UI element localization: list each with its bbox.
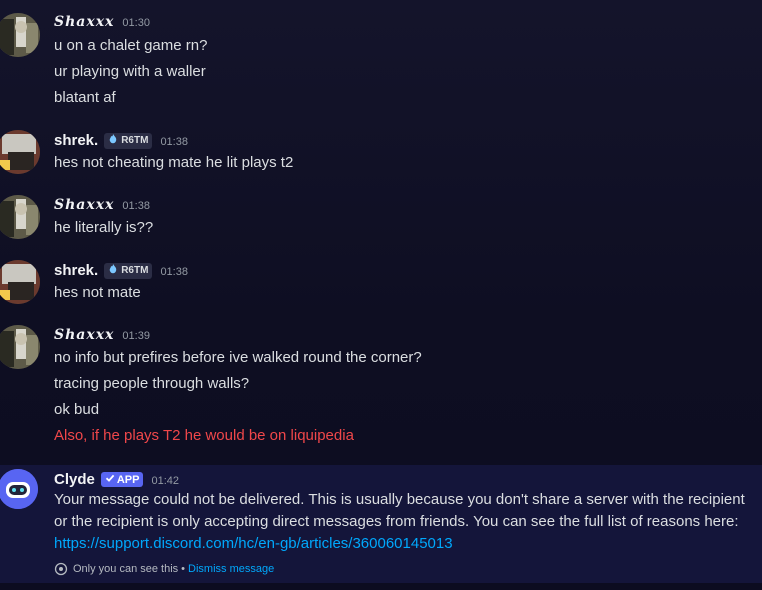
message-header: shrek. R6TM 01:38 [54, 132, 188, 150]
flame-icon [108, 264, 118, 277]
message-header: Shaxxx 01:38 [54, 197, 150, 213]
author-name[interactable]: Shaxxx [54, 327, 114, 343]
author-name[interactable]: shrek. [54, 132, 98, 149]
clan-tag[interactable]: R6TM [104, 262, 153, 279]
timestamp[interactable]: 01:38 [160, 266, 188, 278]
timestamp[interactable]: 01:30 [122, 17, 150, 29]
message-text: he literally is?? [54, 219, 154, 236]
author-name[interactable]: Clyde [54, 471, 95, 488]
ephemeral-label: Only you can see this [73, 563, 179, 575]
message-text: ok bud [54, 401, 100, 418]
message-text: ur playing with a waller [54, 63, 206, 80]
check-icon [105, 473, 115, 486]
clan-tag-label: R6TM [121, 135, 149, 146]
message-text: tracing people through walls? [54, 375, 250, 392]
message-header: shrek. R6TM 01:38 [54, 262, 188, 280]
message-text: hes not cheating mate he lit plays t2 [54, 154, 294, 171]
message-text: u on a chalet game rn? [54, 37, 208, 54]
avatar-shaxxx[interactable] [0, 13, 40, 57]
timestamp[interactable]: 01:42 [151, 475, 179, 487]
separator: • [181, 563, 186, 575]
flame-icon [108, 134, 118, 147]
author-name[interactable]: Shaxxx [54, 14, 114, 30]
avatar-shrek[interactable] [0, 130, 40, 174]
author-name[interactable]: Shaxxx [54, 197, 114, 213]
failed-message-text[interactable]: Also, if he plays T2 he would be on liqu… [54, 427, 354, 444]
timestamp[interactable]: 01:39 [122, 330, 150, 342]
app-badge-label: APP [116, 473, 140, 486]
clan-tag-label: R6TM [121, 265, 149, 276]
system-message-body: Your message could not be delivered. Thi… [54, 491, 745, 530]
eye-icon [54, 562, 68, 576]
avatar-shaxxx[interactable] [0, 195, 40, 239]
timestamp[interactable]: 01:38 [122, 200, 150, 212]
clan-tag[interactable]: R6TM [104, 132, 153, 149]
app-badge: APP [100, 472, 144, 487]
message-header: Shaxxx 01:39 [54, 327, 150, 343]
message-text: no info but prefires before ive walked r… [54, 349, 422, 366]
message-text: hes not mate [54, 284, 141, 301]
dm-chat: Shaxxx 01:30 u on a chalet game rn? ur p… [0, 0, 762, 590]
dismiss-message-link[interactable]: Dismiss message [188, 563, 274, 575]
avatar-shrek[interactable] [0, 260, 40, 304]
message-text: blatant af [54, 89, 116, 106]
message-header: Clyde APP 01:42 [54, 471, 179, 488]
message-header: Shaxxx 01:30 [54, 14, 150, 30]
support-link[interactable]: https://support.discord.com/hc/en-gb/art… [54, 535, 453, 552]
system-message-text: Your message could not be delivered. Thi… [54, 489, 759, 555]
ephemeral-note: Only you can see this • Dismiss message [54, 562, 274, 576]
timestamp[interactable]: 01:38 [160, 136, 188, 148]
avatar-shaxxx[interactable] [0, 325, 40, 369]
author-name[interactable]: shrek. [54, 262, 98, 279]
